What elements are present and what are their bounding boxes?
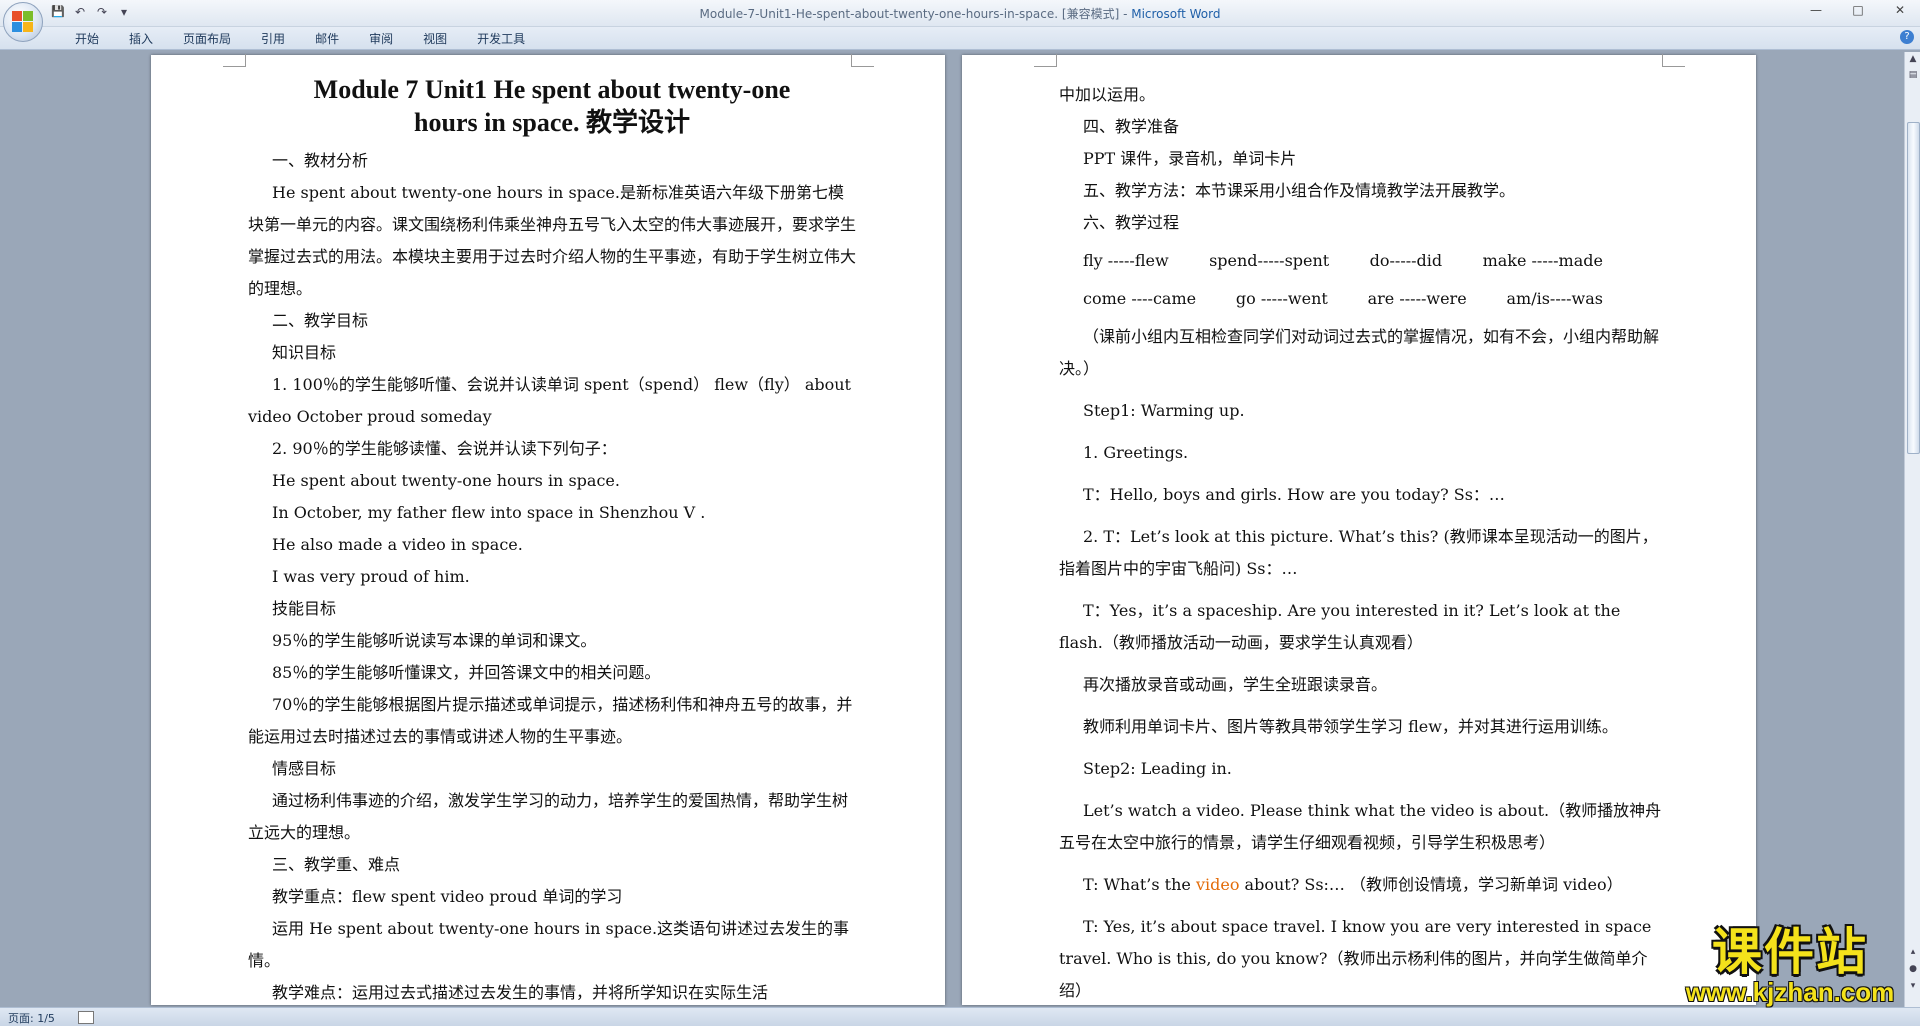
body-paragraph: （课前小组内互相检查同学们对动词过去式的掌握情况，如有不会，小组内帮助解决。） <box>1059 327 1660 378</box>
verb-pair: come ----came <box>1083 289 1197 308</box>
dialogue-text: T: What’s the <box>1083 875 1196 894</box>
document-title: Module-7-Unit1-He-spent-about-twenty-one… <box>699 7 1132 21</box>
dialogue-line: 2. T：Let’s look at this picture. What’s … <box>1059 527 1658 578</box>
body-paragraph: 85％的学生能够听懂课文，并回答课文中的相关问题。 <box>272 663 661 682</box>
verb-forms-row-2: come ----came go -----went are -----were… <box>1059 283 1603 315</box>
body-paragraph: 通过杨利伟事迹的介绍，激发学生学习的动力，培养学生的爱国热情，帮助学生树立远大的… <box>248 791 849 842</box>
body-paragraph: He spent about twenty-one hours in space… <box>248 183 857 298</box>
margin-corner-mark <box>851 54 874 67</box>
body-paragraph: 再次播放录音或动画，学生全班跟读录音。 <box>1083 675 1388 694</box>
verb-pair: make -----made <box>1482 251 1603 270</box>
body-paragraph: 1. 100％的学生能够听懂、会说并认读单词 spent（spend） flew… <box>248 375 851 426</box>
window-controls: — □ ✕ <box>1802 3 1914 17</box>
tab-developer[interactable]: 开发工具 <box>462 30 540 47</box>
section-heading: 三、教学重、难点 <box>272 855 401 874</box>
verb-pair: do-----did <box>1369 251 1443 270</box>
highlighted-word: video <box>1195 875 1240 894</box>
vertical-scrollbar[interactable]: ▲ ▤ ▴ ● ▾ <box>1904 52 1920 1007</box>
body-paragraph: 教师利用单词卡片、图片等教具带领学生学习 flew，并对其进行运用训练。 <box>1083 717 1618 736</box>
document-page-1[interactable]: Module 7 Unit1 He spent about twenty-one… <box>151 54 945 1005</box>
dialogue-line: T：Yes，it’s a spaceship. Are you interest… <box>1059 601 1621 652</box>
body-paragraph: PPT 课件，录音机，单词卡片 <box>1083 149 1297 168</box>
document-title-heading: Module 7 Unit1 He spent about twenty-one… <box>248 73 856 139</box>
title-line-2: hours in space. 教学设计 <box>414 108 690 137</box>
example-sentence: In October, my father flew into space in… <box>272 503 706 522</box>
office-logo-icon <box>12 11 34 33</box>
verb-pair: go -----went <box>1235 289 1328 308</box>
app-name: Microsoft Word <box>1131 7 1221 21</box>
status-bar: 页面: 1/5 <box>0 1007 1920 1026</box>
body-paragraph: 2. 90％的学生能够读懂、会说并认读下列句子： <box>272 439 617 458</box>
tab-view[interactable]: 视图 <box>408 30 462 47</box>
tab-review[interactable]: 审阅 <box>354 30 408 47</box>
margin-corner-mark <box>1034 54 1057 67</box>
office-button[interactable] <box>3 2 43 42</box>
example-sentence: He spent about twenty-one hours in space… <box>272 471 620 490</box>
ribbon: 开始 插入 页面布局 引用 邮件 审阅 视图 开发工具 ? <box>0 27 1920 50</box>
window-title: Module-7-Unit1-He-spent-about-twenty-one… <box>0 5 1920 22</box>
body-paragraph: 教学重点：flew spent video proud 单词的学习 <box>272 887 623 906</box>
close-icon[interactable]: ✕ <box>1886 3 1914 17</box>
dialogue-line: T: Yes, it’s about space travel. I know … <box>1059 917 1652 1000</box>
tab-mailings[interactable]: 邮件 <box>300 30 354 47</box>
tab-home[interactable]: 开始 <box>60 30 114 47</box>
margin-corner-mark <box>223 54 246 67</box>
kjzhan-watermark-logo: 课件站 www.kjzhan.com <box>1670 925 1910 1005</box>
section-heading: 六、教学过程 <box>1083 213 1180 232</box>
scrollbar-thumb[interactable] <box>1907 122 1920 454</box>
page-indicator[interactable]: 页面: 1/5 <box>8 1010 55 1026</box>
help-icon[interactable]: ? <box>1900 30 1914 44</box>
maximize-icon[interactable]: □ <box>1844 3 1872 17</box>
example-sentence: I was very proud of him. <box>272 567 470 586</box>
tab-page-layout[interactable]: 页面布局 <box>168 30 246 47</box>
subheading: 知识目标 <box>272 343 337 362</box>
body-paragraph: 95％的学生能够听说读写本课的单词和课文。 <box>272 631 597 650</box>
example-sentence: He also made a video in space. <box>272 535 523 554</box>
body-paragraph: 中加以运用。 <box>1059 85 1156 104</box>
ribbon-tabs: 开始 插入 页面布局 引用 邮件 审阅 视图 开发工具 <box>60 30 540 47</box>
verb-pair: spend-----spent <box>1209 251 1330 270</box>
document-page-2[interactable]: 中加以运用。 四、教学准备 PPT 课件，录音机，单词卡片 五、教学方法：本节课… <box>962 54 1756 1007</box>
watermark-chinese-text: 课件站 <box>1712 923 1868 981</box>
ruler-toggle-icon[interactable]: ▤ <box>1907 70 1919 82</box>
title-line-1: Module 7 Unit1 He spent about twenty-one <box>313 75 791 104</box>
body-paragraph: Let’s watch a video. Please think what t… <box>1059 801 1662 852</box>
watermark-url: www.kjzhan.com <box>1685 977 1895 1007</box>
macro-record-icon[interactable] <box>78 1011 94 1024</box>
body-paragraph: 1. Greetings. <box>1083 443 1189 462</box>
section-heading: 五、教学方法：本节课采用小组合作及情境教学法开展教学。 <box>1083 181 1516 200</box>
dialogue-text: about? Ss:… （教师创设情境，学习新单词 video） <box>1239 875 1623 894</box>
section-heading: 二、教学目标 <box>272 311 369 330</box>
subheading: 技能目标 <box>272 599 337 618</box>
verb-pair: are -----were <box>1367 289 1467 308</box>
body-paragraph: 教学难点：运用过去式描述过去发生的事情，并将所学知识在实际生活 <box>272 983 769 1002</box>
subheading: 情感目标 <box>272 759 337 778</box>
tab-insert[interactable]: 插入 <box>114 30 168 47</box>
body-paragraph: 70％的学生能够根据图片提示描述或单词提示，描述杨利伟和神舟五号的故事，并能运用… <box>248 695 853 746</box>
title-bar: 💾 ↶ ↷ ▾ Module-7-Unit1-He-spent-about-tw… <box>0 0 1920 27</box>
step-heading: Step2: Leading in. <box>1083 759 1232 778</box>
tab-references[interactable]: 引用 <box>246 30 300 47</box>
margin-corner-mark <box>1662 54 1685 67</box>
page-2-body: 中加以运用。 四、教学准备 PPT 课件，录音机，单词卡片 五、教学方法：本节课… <box>1059 79 1667 1007</box>
verb-pair: am/is----was <box>1506 289 1603 308</box>
dialogue-line: T：Hello, boys and girls. How are you tod… <box>1083 485 1505 504</box>
section-heading: 一、教材分析 <box>272 151 369 170</box>
scroll-up-icon[interactable]: ▲ <box>1907 54 1919 66</box>
verb-pair: fly -----flew <box>1083 251 1169 270</box>
step-heading: Step1: Warming up. <box>1083 401 1245 420</box>
verb-forms-row-1: fly -----flew spend-----spent do-----did… <box>1059 245 1603 277</box>
body-paragraph: 运用 He spent about twenty-one hours in sp… <box>248 919 850 970</box>
minimize-icon[interactable]: — <box>1802 3 1830 17</box>
dialogue-line: T: What’s the video about? Ss:… （教师创设情境，… <box>1059 869 1667 901</box>
page-1-body: Module 7 Unit1 He spent about twenty-one… <box>248 73 856 1009</box>
section-heading: 四、教学准备 <box>1083 117 1180 136</box>
